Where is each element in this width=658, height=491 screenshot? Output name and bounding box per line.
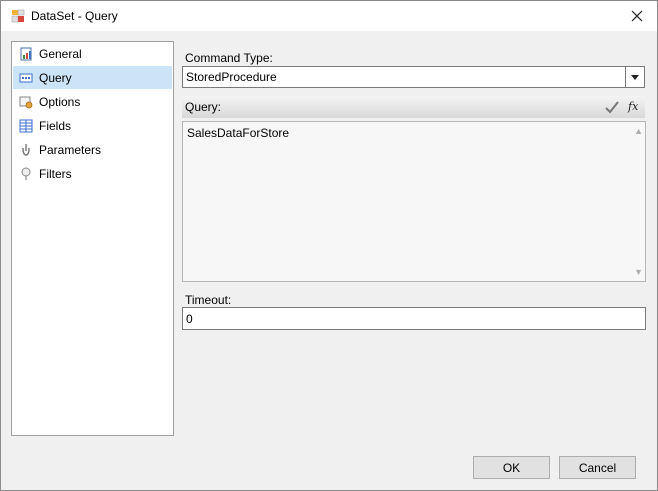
svg-text:fx: fx [627, 100, 639, 113]
query-editor[interactable]: SalesDataForStore ▲ ▼ [182, 121, 646, 282]
cancel-button[interactable]: Cancel [559, 456, 636, 479]
sidebar-item-label: Filters [39, 166, 72, 181]
parameters-icon [22, 143, 30, 156]
window-title: DataSet - Query [31, 9, 118, 23]
sidebar-item-fields[interactable]: Fields [13, 114, 172, 137]
fields-icon [19, 119, 33, 132]
close-button[interactable] [617, 1, 657, 31]
title-bar: DataSet - Query [1, 1, 657, 31]
query-label: Query: [185, 100, 222, 114]
ok-button[interactable]: OK [473, 456, 550, 479]
sidebar-item-label: Options [39, 94, 81, 109]
dataset-query-dialog: DataSet - Query General Query Options Fi… [0, 0, 658, 491]
filters-icon [21, 167, 31, 180]
scroll-down-icon[interactable]: ▼ [634, 267, 643, 277]
function-icon[interactable]: fx [627, 99, 641, 113]
sidebar-item-label: Query [39, 70, 72, 85]
command-type-label: Command Type: [185, 51, 273, 65]
sidebar: General Query Options Fields Parameters … [11, 41, 174, 436]
query-toolbar: Query: fx [182, 96, 645, 118]
timeout-input[interactable]: 0 [182, 307, 646, 330]
command-type-select[interactable]: StoredProcedure [182, 66, 645, 88]
scroll-up-icon[interactable]: ▲ [634, 126, 643, 136]
sidebar-item-label: Fields [39, 118, 72, 133]
query-text: SalesDataForStore [187, 126, 290, 140]
sidebar-item-general[interactable]: General [13, 42, 172, 65]
timeout-value: 0 [186, 312, 193, 326]
sidebar-item-query[interactable]: Query [13, 66, 172, 89]
dropdown-button[interactable] [625, 67, 644, 87]
timeout-label: Timeout: [185, 293, 232, 307]
command-type-value: StoredProcedure [186, 70, 277, 84]
query-icon [19, 73, 33, 82]
dataset-icon [11, 9, 25, 23]
sidebar-item-label: Parameters [39, 142, 102, 157]
sidebar-item-label: General [39, 46, 82, 61]
options-icon [19, 96, 33, 108]
chevron-down-icon [631, 74, 639, 80]
sidebar-item-filters[interactable]: Filters [13, 162, 172, 185]
sidebar-item-options[interactable]: Options [13, 90, 172, 113]
check-icon[interactable] [605, 100, 619, 114]
general-icon [20, 47, 32, 60]
close-icon [631, 10, 643, 22]
sidebar-item-parameters[interactable]: Parameters [13, 138, 172, 161]
